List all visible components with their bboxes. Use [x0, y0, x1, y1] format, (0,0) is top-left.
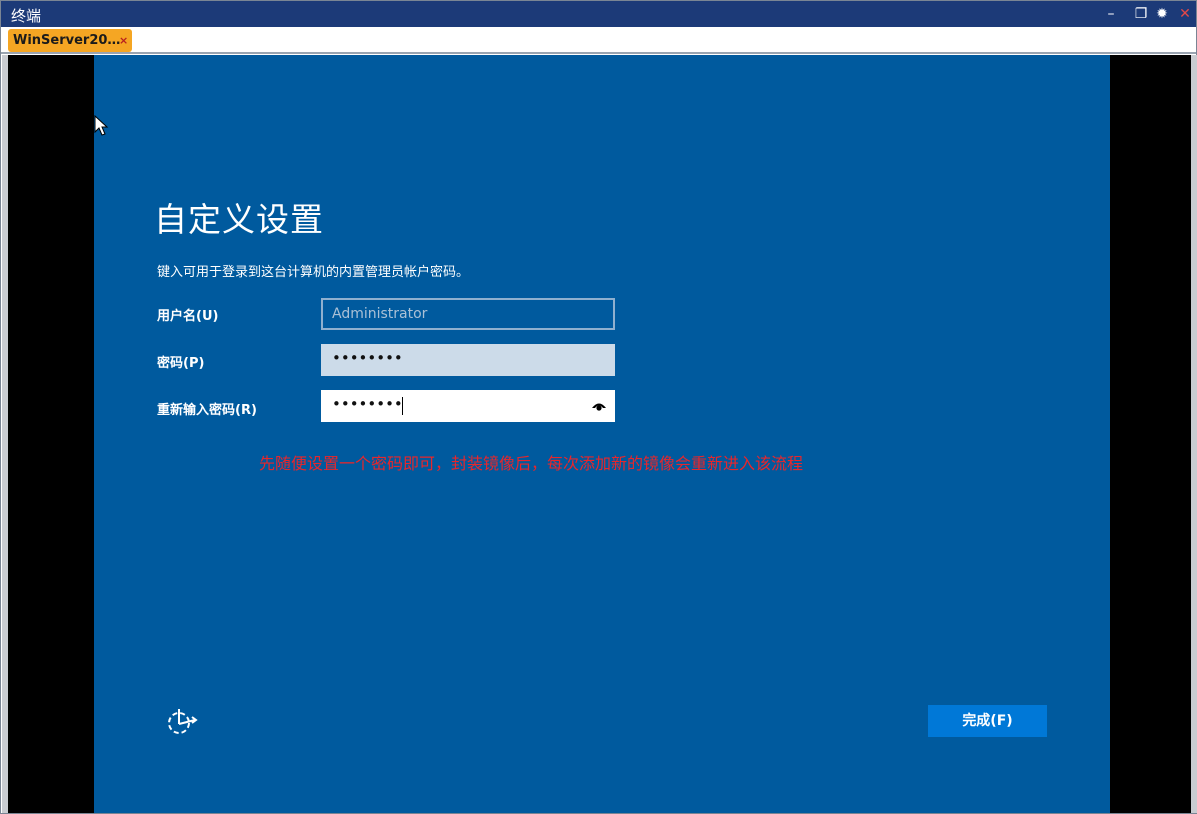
- finish-button[interactable]: 完成(F): [928, 705, 1047, 737]
- eye-icon[interactable]: [591, 400, 607, 412]
- password-field[interactable]: ••••••••: [321, 344, 615, 376]
- confirm-password-label: 重新输入密码(R): [157, 403, 257, 418]
- terminal-window: 终端 – ❐ ✹ ✕ WinServer20… × 自定义设置 键入可用于登录到…: [0, 0, 1197, 814]
- page-title: 自定义设置: [154, 200, 324, 239]
- tab-winserver[interactable]: WinServer20… ×: [8, 29, 132, 52]
- text-caret: [402, 397, 403, 415]
- confirm-password-field[interactable]: ••••••••: [321, 390, 615, 422]
- mouse-pointer-icon: [94, 115, 109, 136]
- title-bar: 终端 – ❐ ✹ ✕: [1, 1, 1196, 27]
- right-border: [1191, 55, 1197, 813]
- username-placeholder: Administrator: [332, 306, 428, 322]
- setup-screen: 自定义设置 键入可用于登录到这台计算机的内置管理员帐户密码。 用户名(U) Ad…: [94, 55, 1110, 813]
- ease-of-access-icon[interactable]: [164, 705, 200, 737]
- tab-close-icon[interactable]: ×: [119, 34, 128, 47]
- window-title: 终端: [11, 7, 42, 25]
- tab-bar: WinServer20… ×: [1, 27, 1196, 54]
- minimize-button[interactable]: –: [1101, 4, 1121, 24]
- settings-button[interactable]: ✹: [1152, 4, 1172, 24]
- tab-label: WinServer20…: [13, 33, 121, 48]
- password-label: 密码(P): [157, 356, 205, 371]
- username-field[interactable]: Administrator: [321, 298, 615, 330]
- page-subtitle: 键入可用于登录到这台计算机的内置管理员帐户密码。: [157, 265, 470, 280]
- username-label: 用户名(U): [157, 309, 219, 324]
- password-value: ••••••••: [332, 349, 403, 367]
- annotation-note: 先随便设置一个密码即可，封装镜像后，每次添加新的镜像会重新进入该流程: [259, 454, 804, 473]
- restore-button[interactable]: ❐: [1131, 4, 1151, 24]
- remote-display[interactable]: 自定义设置 键入可用于登录到这台计算机的内置管理员帐户密码。 用户名(U) Ad…: [8, 55, 1191, 813]
- close-window-button[interactable]: ✕: [1175, 4, 1195, 24]
- confirm-password-value: ••••••••: [332, 395, 403, 413]
